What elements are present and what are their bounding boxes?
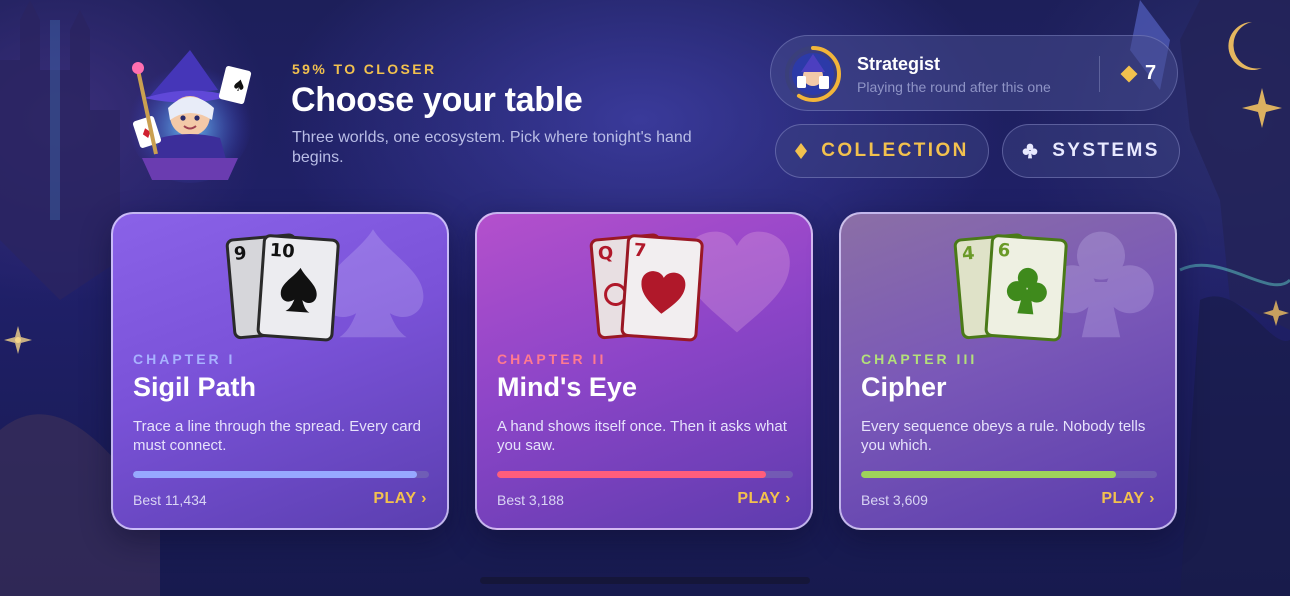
best-score: Best 3,188 — [497, 492, 564, 508]
card-description: A hand shows itself once. Then it asks w… — [497, 418, 787, 454]
card-title: Mind's Eye — [497, 372, 637, 402]
table-card-sigil-path[interactable]: 9 10 CHAPTER I Sigil Path Trace a line t… — [111, 212, 449, 530]
divider — [1099, 56, 1100, 92]
best-score: Best 3,609 — [861, 492, 928, 508]
diamond-icon — [1120, 65, 1138, 82]
playing-cards-spade-icon: 9 10 — [225, 233, 340, 342]
page-title: Choose your table — [291, 81, 583, 119]
page-subtitle: Three worlds, one ecosystem. Pick where … — [292, 129, 692, 166]
chapter-label: CHAPTER I — [133, 351, 236, 367]
wizard-mascot-icon: ♠ ♦ — [128, 50, 252, 183]
card-description: Every sequence obeys a rule. Nobody tell… — [861, 418, 1146, 454]
playing-cards-club-icon: 4 6 — [953, 233, 1068, 342]
svg-text:10: 10 — [269, 240, 295, 263]
card-description: Trace a line through the spread. Every c… — [133, 418, 421, 454]
chapter-label: CHAPTER II — [497, 351, 607, 367]
collection-button[interactable]: COLLECTION — [775, 124, 989, 178]
svg-text:6: 6 — [997, 240, 1011, 262]
progress-track — [861, 471, 1157, 478]
svg-text:4: 4 — [961, 243, 975, 265]
play-button[interactable]: PLAY › — [737, 490, 791, 508]
chapter-label: CHAPTER III — [861, 351, 978, 367]
card-title: Sigil Path — [133, 372, 257, 402]
play-button[interactable]: PLAY › — [1101, 490, 1155, 508]
systems-button[interactable]: SYSTEMS — [1002, 124, 1180, 178]
progress-fill — [861, 471, 1116, 478]
rank-name: Strategist — [857, 54, 941, 74]
table-card-cipher[interactable]: 4 6 CHAPTER III Cipher Every sequence ob… — [839, 212, 1177, 530]
table-card-minds-eye[interactable]: Q 7 CHAPTER II Mind's Eye A hand shows i… — [475, 212, 813, 530]
svg-text:7: 7 — [633, 240, 647, 262]
card-title: Cipher — [861, 372, 947, 402]
profile-pill[interactable]: Strategist Playing the round after this … — [770, 35, 1178, 111]
svg-text:9: 9 — [233, 243, 247, 265]
progress-track — [497, 471, 793, 478]
collection-label: COLLECTION — [821, 140, 969, 161]
systems-label: SYSTEMS — [1052, 140, 1160, 161]
gem-counter: 7 — [1120, 62, 1157, 85]
avatar — [785, 46, 841, 102]
svg-text:Q: Q — [597, 243, 614, 265]
gem-count: 7 — [1145, 62, 1157, 84]
best-score: Best 11,434 — [133, 492, 207, 508]
rank-status: Playing the round after this one — [857, 79, 1051, 95]
progress-track — [133, 471, 429, 478]
progress-fill — [497, 471, 767, 478]
home-indicator[interactable] — [480, 577, 810, 584]
diamond-icon — [795, 143, 808, 159]
closer-progress-label: 59% TO CLOSER — [292, 61, 437, 77]
play-button[interactable]: PLAY › — [373, 490, 427, 508]
playing-cards-heart-icon: Q 7 — [589, 233, 704, 342]
club-icon — [1022, 143, 1038, 159]
progress-fill — [133, 471, 418, 478]
